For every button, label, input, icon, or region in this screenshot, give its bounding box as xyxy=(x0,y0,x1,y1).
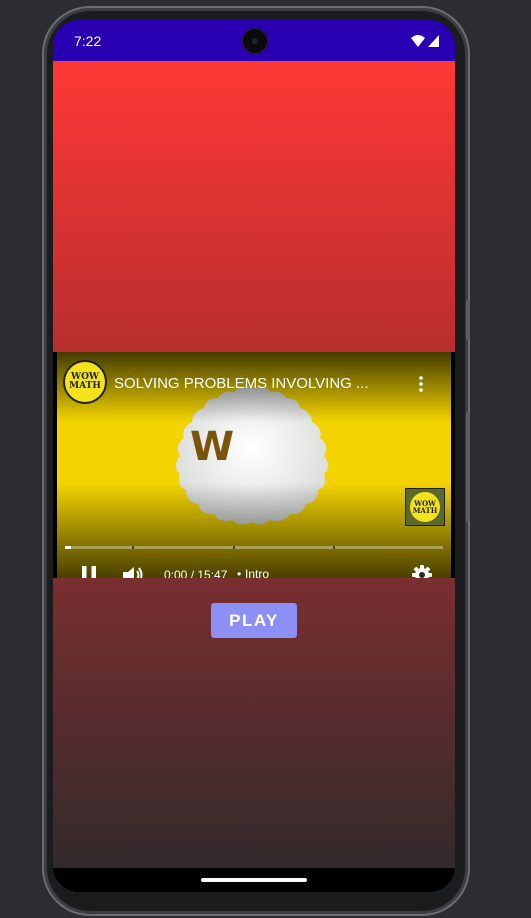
status-icons xyxy=(411,35,439,47)
front-camera xyxy=(242,28,268,54)
chapter-separator: • xyxy=(237,567,242,578)
navigation-bar xyxy=(53,868,455,892)
bottom-panel: PLAY xyxy=(53,578,455,868)
thumbnail-letter: W xyxy=(190,424,235,470)
phone-screen: 7:22 W WOW MATH SOLVING PROBLEMS INVOLVI… xyxy=(53,20,455,892)
video-player[interactable]: W WOW MATH SOLVING PROBLEMS INVOLVING ..… xyxy=(53,352,455,578)
volume-rocker xyxy=(466,412,470,522)
wifi-icon xyxy=(411,35,425,47)
volume-icon[interactable] xyxy=(121,564,145,578)
status-time: 7:22 xyxy=(74,33,102,49)
more-options-icon[interactable] xyxy=(415,375,427,393)
watermark-logo: WOW MATH xyxy=(410,492,440,522)
play-button[interactable]: PLAY xyxy=(211,603,297,638)
watermark-line-2: MATH xyxy=(412,506,438,515)
bottom-gradient-overlay xyxy=(57,483,451,578)
channel-watermark[interactable]: WOW MATH xyxy=(405,488,445,526)
time-display: 0:00 / 15:47 xyxy=(164,568,228,578)
chapter-marker xyxy=(233,546,235,549)
progress-bar[interactable] xyxy=(65,546,443,549)
chapter-title[interactable]: Intro xyxy=(245,567,269,578)
signal-icon xyxy=(428,35,439,47)
chapter-marker xyxy=(132,546,134,549)
channel-logo-line-2: MATH xyxy=(69,381,101,391)
status-bar: 7:22 xyxy=(53,20,455,61)
top-red-panel xyxy=(53,61,455,352)
video-title[interactable]: SOLVING PROBLEMS INVOLVING ... xyxy=(114,375,394,392)
chapter-marker xyxy=(333,546,335,549)
video-frame[interactable]: W WOW MATH SOLVING PROBLEMS INVOLVING ..… xyxy=(57,352,451,578)
power-button xyxy=(466,300,470,340)
channel-logo[interactable]: WOW MATH xyxy=(63,360,107,404)
settings-icon[interactable] xyxy=(411,564,433,578)
progress-fill xyxy=(65,546,71,549)
pause-icon[interactable] xyxy=(79,564,99,578)
home-indicator[interactable] xyxy=(201,878,307,882)
